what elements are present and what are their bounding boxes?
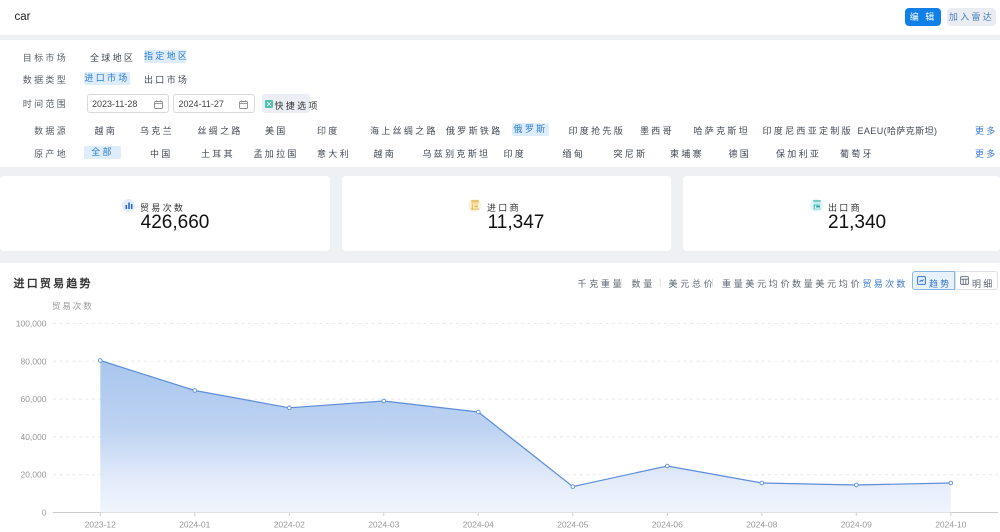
svg-text:2024-04: 2024-04: [463, 520, 494, 530]
svg-text:2023-12: 2023-12: [85, 520, 116, 530]
svg-text:40,000: 40,000: [21, 432, 47, 442]
svg-text:2024-01: 2024-01: [179, 520, 210, 530]
svg-text:贸易次数: 贸易次数: [52, 301, 94, 311]
svg-text:80,000: 80,000: [21, 356, 47, 366]
svg-text:60,000: 60,000: [21, 394, 47, 404]
svg-text:2024-08: 2024-08: [746, 520, 777, 530]
svg-text:2024-06: 2024-06: [652, 520, 683, 530]
svg-text:2024-02: 2024-02: [274, 520, 305, 530]
svg-text:0: 0: [42, 508, 47, 518]
svg-text:2024-09: 2024-09: [841, 520, 872, 530]
svg-text:2024-10: 2024-10: [935, 520, 966, 530]
svg-text:2024-03: 2024-03: [368, 520, 399, 530]
svg-text:2024-05: 2024-05: [557, 520, 588, 530]
svg-text:20,000: 20,000: [21, 470, 47, 480]
svg-text:100,000: 100,000: [16, 319, 47, 329]
